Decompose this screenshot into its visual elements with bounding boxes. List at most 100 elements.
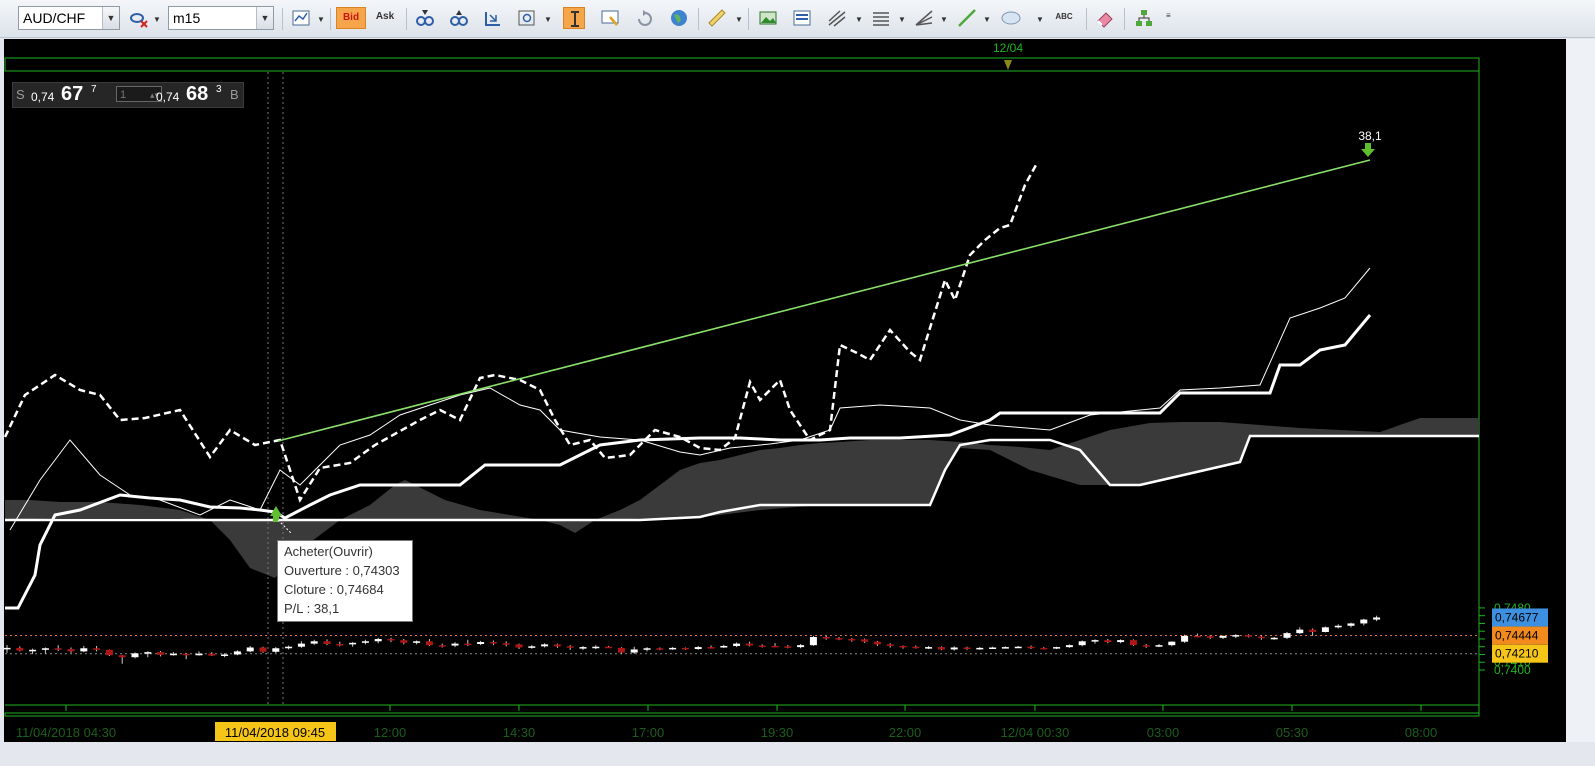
candle-body [617, 647, 625, 653]
candle-body [656, 648, 664, 650]
time-scroller[interactable] [4, 712, 1480, 717]
candle-body [1321, 627, 1329, 632]
sell-label: S [16, 87, 25, 102]
candle-body [246, 647, 254, 652]
time-axis: 11/04/2018 04:30 12:00 14:30 17:00 19:30 22:0… [16, 705, 1437, 741]
time-tick-label: 11/04/2018 04:30 [16, 725, 116, 740]
time-tick-label: 19:30 [761, 725, 794, 740]
candle-body [310, 641, 318, 644]
candle-body [272, 648, 280, 652]
candle-body [464, 643, 472, 646]
candle-body [144, 652, 152, 654]
candle-body [336, 644, 344, 646]
candle-body [1181, 635, 1189, 642]
candle-body [643, 648, 651, 650]
candle-body [502, 643, 510, 645]
cloud-shape [5, 418, 1479, 578]
candle-body [323, 641, 331, 645]
time-tick-label: 12/04 00:30 [1001, 725, 1070, 740]
candle-body [1129, 640, 1137, 646]
candle-body [425, 641, 433, 646]
candle-body [797, 645, 805, 648]
candle-body [1117, 640, 1125, 643]
candle-body [349, 642, 357, 645]
candle-body [208, 653, 216, 656]
candle-body [515, 644, 523, 648]
candle-body [182, 653, 190, 656]
sell-price[interactable]: 67 [61, 83, 83, 106]
price-axis: 0,74000,74100,74200,74300,74400,74500,74… [1479, 601, 1548, 677]
candle-body [1360, 619, 1368, 624]
candle-body [989, 647, 997, 649]
candle-body [1309, 629, 1317, 632]
price-guides [5, 72, 1479, 705]
candle-body [822, 637, 830, 639]
candle-body [541, 644, 549, 647]
day-marker-triangle [1004, 60, 1012, 70]
candle-body [169, 653, 177, 656]
buy-prefix: 0,74 [156, 90, 180, 104]
candle-body [1373, 617, 1381, 620]
candle-body [528, 646, 536, 648]
trade-tooltip: Acheter(Ouvrir) Ouverture : 0,74303 Clot… [277, 540, 413, 622]
candle-body [285, 646, 293, 649]
candle-body [54, 648, 62, 650]
candle-body [1001, 647, 1009, 649]
candle-body [976, 647, 984, 650]
candle-body [605, 646, 613, 649]
buy-label: B [230, 87, 239, 102]
candle-body [669, 647, 677, 650]
candle-body [579, 647, 587, 649]
candle-body [925, 647, 933, 649]
candle-body [1334, 625, 1342, 628]
candle-body [720, 645, 728, 648]
candle-body [131, 653, 139, 658]
candle-body [3, 647, 11, 650]
candle-body [93, 648, 101, 650]
buy-pipette: 3 [216, 84, 222, 95]
candle-body [873, 641, 881, 645]
candle-body [835, 638, 843, 640]
candle-body [1245, 635, 1253, 637]
candle-body [848, 638, 856, 641]
ichimoku-cloud [5, 418, 1479, 578]
candle-body [784, 646, 792, 648]
candle-body [1065, 645, 1073, 648]
trend-line [277, 159, 1371, 442]
candle-body [886, 644, 894, 646]
price-marker-label: 0,74444 [1495, 629, 1539, 643]
candle-body [1014, 646, 1022, 649]
time-tick-label: 08:00 [1405, 725, 1438, 740]
candle-body [694, 647, 702, 650]
quote-panel: S 0,74 67 7 1 ▴▾ 0,74 68 3 B [12, 82, 244, 108]
time-tick-label: 03:00 [1147, 725, 1180, 740]
candle-body [387, 638, 395, 641]
candle-body [1040, 647, 1048, 650]
candle-body [963, 647, 971, 649]
sell-pipette: 7 [91, 84, 97, 95]
candle-body [477, 642, 485, 645]
candle-body [1296, 629, 1304, 634]
candle-body [374, 638, 382, 642]
candle-body [118, 655, 126, 658]
candle-body [105, 649, 113, 656]
candle-body [1091, 640, 1099, 642]
day-separator-band [4, 57, 1480, 72]
exit-arrow[interactable] [1361, 143, 1375, 157]
trade-tooltip-open: Ouverture : 0,74303 [284, 563, 400, 578]
lot-size-value: 1 [120, 89, 127, 101]
price-chart[interactable]: 12/04 0,74000,74100,74200,74300,74400,74… [0, 0, 1595, 766]
time-tick-label: 12:00 [374, 725, 407, 740]
candle-body [745, 643, 753, 646]
candle-body [707, 647, 715, 649]
buy-price[interactable]: 68 [186, 83, 208, 106]
candle-body [221, 654, 229, 656]
trade-tooltip-pl: P/L : 38,1 [284, 601, 340, 616]
time-tick-label: 14:30 [503, 725, 536, 740]
trade-pl-marker: 38,1 [1358, 129, 1382, 143]
candle-body [1155, 645, 1163, 647]
candle-body [1270, 637, 1278, 640]
trade-tooltip-title: Acheter(Ouvrir) [284, 544, 373, 559]
candle-body [566, 646, 574, 648]
candle-body [1257, 636, 1265, 639]
